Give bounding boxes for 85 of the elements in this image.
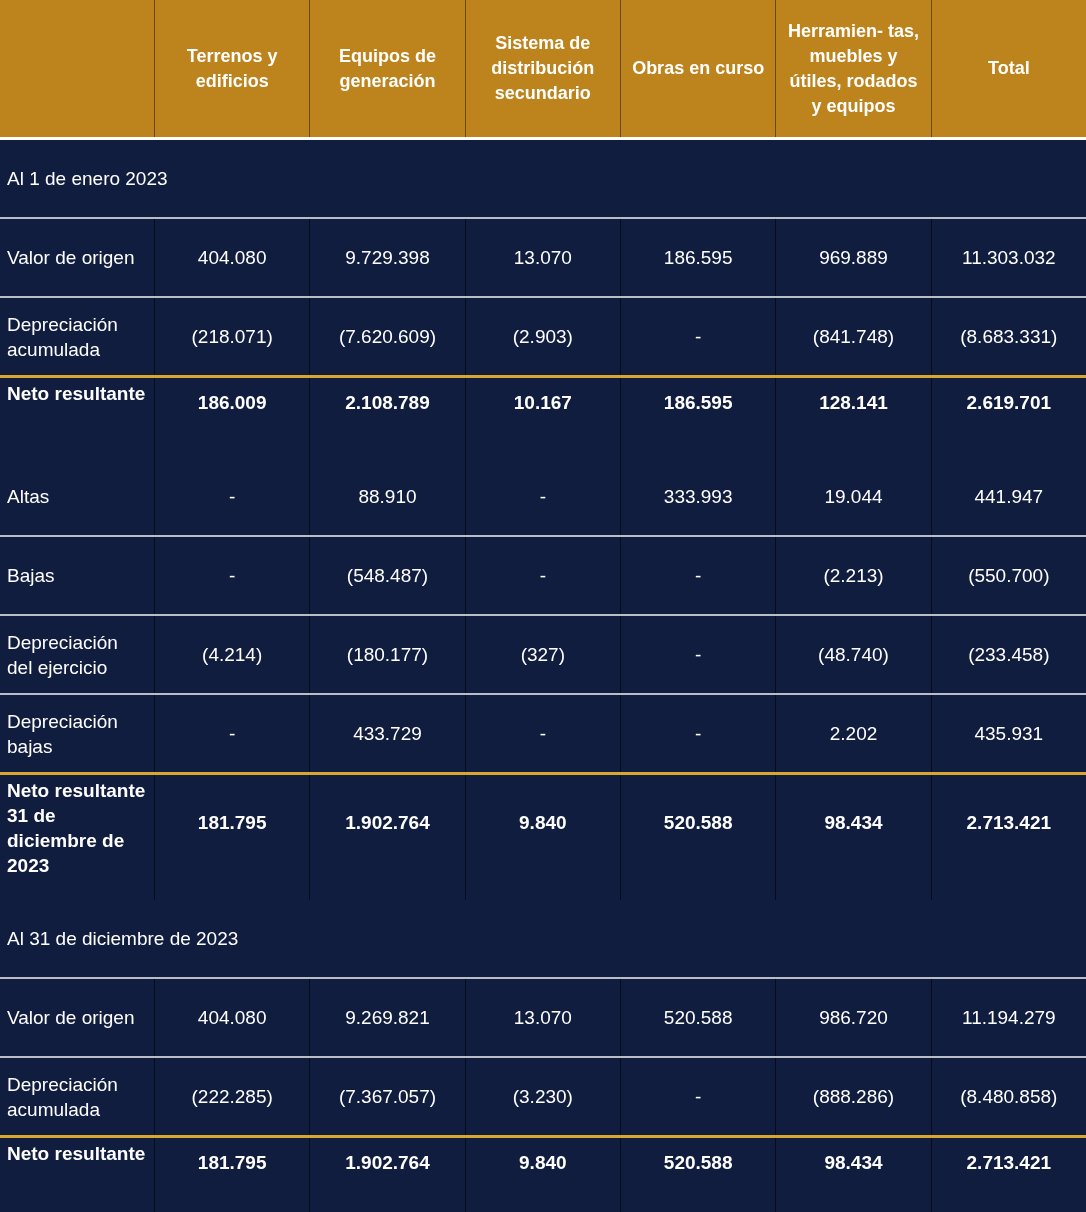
table-cell: 986.720 — [819, 1006, 888, 1029]
table-cell: 435.931 — [974, 722, 1044, 745]
table-cell: 181.795 — [197, 812, 267, 834]
table-cell: - — [539, 485, 546, 508]
table-cell: 128.141 — [819, 392, 888, 414]
table-cell: (8.480.858) — [960, 1085, 1058, 1108]
table-cell: 2.202 — [829, 722, 878, 745]
table-cell: (180.177) — [346, 643, 429, 666]
row-label: Neto resultante — [7, 382, 146, 406]
table-cell: 2.713.421 — [966, 1152, 1052, 1174]
table-cell: 2.619.701 — [966, 392, 1052, 414]
table-cell: (2.903) — [512, 325, 573, 348]
table-cell: (48.740) — [818, 643, 889, 666]
table-cell: - — [695, 643, 702, 666]
table-cell: 186.009 — [197, 392, 267, 414]
row-label: Neto resultante 31 de diciembre de 2023 — [7, 779, 147, 878]
table-cell: (7.620.609) — [338, 325, 437, 348]
table-cell: 19.044 — [824, 485, 883, 508]
table-cell: - — [229, 485, 236, 508]
table-cell: 1.902.764 — [345, 1152, 430, 1174]
table-cell: 13.070 — [513, 1006, 572, 1029]
column-header: Sistema de distribución secundario — [464, 0, 620, 137]
table-cell: 181.795 — [197, 1152, 267, 1174]
row-label: Depreciación acumulada — [7, 312, 119, 362]
table-cell: (233.458) — [968, 643, 1050, 666]
table-cell: 404.080 — [197, 1006, 267, 1029]
table-cell: 9.840 — [519, 1152, 567, 1174]
table-cell: - — [695, 722, 702, 745]
table-cell: (2.213) — [823, 564, 884, 587]
table-cell: 404.080 — [197, 246, 267, 269]
row-label: Valor de origen — [7, 1006, 135, 1030]
table-cell: 98.434 — [824, 1152, 883, 1174]
table-cell: 186.595 — [663, 392, 733, 414]
table-cell: (218.071) — [191, 325, 273, 348]
column-header: Obras en curso — [620, 0, 776, 137]
column-header: Equipos de generación — [309, 0, 465, 137]
table-cell: 9.729.398 — [345, 246, 430, 269]
table-cell: (3.230) — [512, 1085, 573, 1108]
table-cell: 9.269.821 — [345, 1006, 430, 1029]
table-cell: 520.588 — [663, 1152, 733, 1174]
row-label: Neto resultante — [7, 1142, 146, 1166]
table-cell: 9.840 — [519, 812, 567, 834]
row-label: Depreciación acumulada — [7, 1072, 119, 1122]
table-cell: 969.889 — [819, 246, 888, 269]
table-cell: 520.588 — [663, 812, 733, 834]
table-cell: (888.286) — [812, 1085, 895, 1108]
table-cell: (222.285) — [191, 1085, 273, 1108]
table-cell: 11.303.032 — [961, 246, 1056, 269]
row-label: Depreciación bajas — [7, 709, 119, 759]
row-label: Altas — [7, 485, 50, 509]
table-cell: (7.367.057) — [338, 1085, 437, 1108]
table-cell: 10.167 — [513, 392, 572, 414]
table-cell: 13.070 — [513, 246, 572, 269]
table-cell: 11.194.279 — [961, 1006, 1056, 1029]
table-cell: 433.729 — [353, 722, 422, 745]
table-cell: 2.713.421 — [966, 812, 1052, 834]
table-cell: 520.588 — [663, 1006, 733, 1029]
row-label: Depreciación del ejercicio — [7, 630, 119, 680]
row-label: Bajas — [7, 564, 55, 588]
table-cell: - — [229, 564, 236, 587]
table-cell: - — [695, 325, 702, 348]
section-heading: Al 1 de enero 2023 — [7, 167, 168, 190]
section-heading: Al 31 de diciembre de 2023 — [7, 927, 239, 950]
column-header: Herramien- tas, muebles y útiles, rodados y equipos — [775, 0, 931, 137]
table-cell: (548.487) — [346, 564, 429, 587]
table-cell: 2.108.789 — [345, 392, 430, 414]
row-label: Valor de origen — [7, 246, 135, 270]
table-cell: (4.214) — [202, 643, 263, 666]
table-cell: - — [539, 564, 546, 587]
table-cell: - — [229, 722, 236, 745]
table-cell: 186.595 — [663, 246, 733, 269]
table-cell: - — [539, 722, 546, 745]
table-cell: - — [695, 1085, 702, 1108]
column-header: Terrenos y edificios — [154, 0, 310, 137]
table-cell: 1.902.764 — [345, 812, 430, 834]
table-cell: (8.683.331) — [960, 325, 1058, 348]
table-cell: 98.434 — [824, 812, 883, 834]
table-cell: (550.700) — [968, 564, 1050, 587]
table-cell: 333.993 — [663, 485, 733, 508]
column-header: Total — [930, 0, 1086, 137]
table-cell: 441.947 — [974, 485, 1044, 508]
table-cell: (841.748) — [812, 325, 895, 348]
table-cell: 88.910 — [358, 485, 417, 508]
table-cell: (327) — [520, 643, 565, 666]
table-cell: - — [695, 564, 702, 587]
